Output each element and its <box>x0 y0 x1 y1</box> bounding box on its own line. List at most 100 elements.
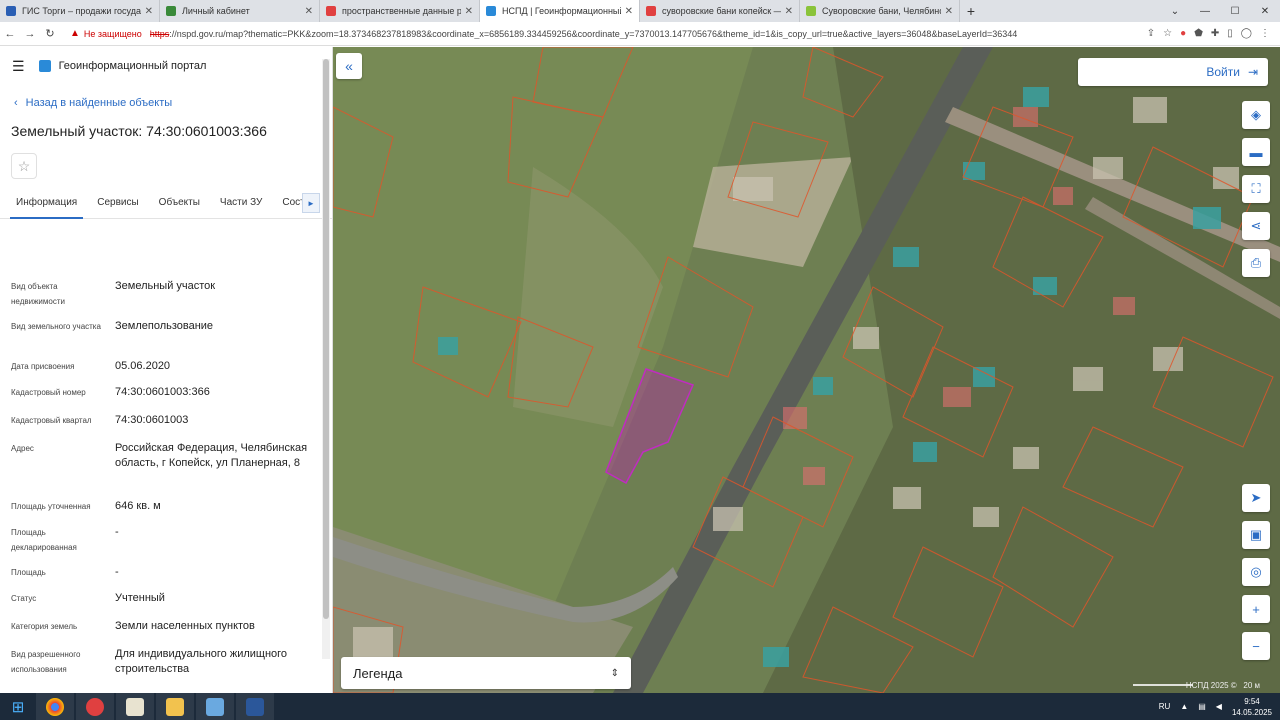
puzzle-icon[interactable]: ✚ <box>1211 28 1219 39</box>
url-field[interactable]: https://nspd.gov.ru/map?thematic=PKK&zoo… <box>150 29 1070 39</box>
legend-panel[interactable]: Легенда ⇕ <box>341 657 631 689</box>
property-key: Кадастровый квартал <box>11 416 92 425</box>
bookmark-star-icon[interactable]: ☆ <box>1163 28 1172 39</box>
taskbar-yandex[interactable] <box>76 693 114 720</box>
browser-tab[interactable]: ГИС Торги – продажи государс ✕ <box>0 0 160 22</box>
taskbar-chrome[interactable] <box>36 693 74 720</box>
property-value: Российская Федерация, Челябинская област… <box>115 442 308 469</box>
double-chevron-left-icon: « <box>345 58 353 74</box>
taskbar-word[interactable] <box>236 693 274 720</box>
property-key: Вид разрешенного использования <box>11 650 81 674</box>
browser-tab[interactable]: Личный кабинет ✕ <box>160 0 320 22</box>
hamburger-icon[interactable]: ☰ <box>12 58 25 75</box>
satellite-map <box>333 47 1280 693</box>
tab-favicon-icon <box>326 6 336 16</box>
property-value: Для индивидуального жилищного строительс… <box>115 648 288 675</box>
menu-icon[interactable]: ⋮ <box>1260 28 1270 39</box>
print-button[interactable]: ⎙ <box>1242 249 1270 277</box>
url-rest: ://nspd.gov.ru/map?thematic=PKK&zoom=18.… <box>169 28 1018 39</box>
new-tab-button[interactable]: + <box>960 0 982 22</box>
sidebar-scrollbar[interactable] <box>322 59 330 659</box>
tab-close-icon[interactable]: ✕ <box>145 6 153 17</box>
layers-icon: ◈ <box>1251 107 1261 122</box>
tab-close-icon[interactable]: ✕ <box>785 6 793 17</box>
map-view[interactable]: « Войти ⇥ ◈ ▬ ⛶ ⋖ ⎙ ➤ ▣ ◎ + − Легенда ⇕ … <box>333 47 1280 693</box>
tab-title: суворовские бани копейск — Я <box>662 6 781 16</box>
geolocation-button[interactable]: ◎ <box>1242 558 1270 586</box>
minimap-button[interactable]: ▣ <box>1242 521 1270 549</box>
share-map-icon: ⋖ <box>1250 218 1262 233</box>
locate-button[interactable]: ➤ <box>1242 484 1270 512</box>
property-key: Вид земельного участка <box>11 322 101 331</box>
tab-info[interactable]: Информация <box>10 193 84 219</box>
favorite-star-button[interactable]: ☆ <box>11 153 37 179</box>
taskbar-java[interactable] <box>116 693 154 720</box>
extension-icon[interactable]: ⬟ <box>1194 28 1203 39</box>
tab-title: НСПД | Геоинформационный п <box>502 6 621 16</box>
clock[interactable]: 9:54 14.05.2025 <box>1232 696 1272 718</box>
tray-arrow-icon[interactable]: ▲ <box>1180 702 1188 711</box>
back-to-results-link[interactable]: ‹ Назад в найденные объекты <box>14 97 332 109</box>
tab-parts[interactable]: Части ЗУ <box>214 193 268 219</box>
tab-close-icon[interactable]: ✕ <box>625 6 633 17</box>
geolocation-icon: ◎ <box>1250 564 1262 579</box>
maximize-icon[interactable]: ☐ <box>1220 6 1250 17</box>
zoom-out-button[interactable]: − <box>1242 632 1270 660</box>
portal-logo-icon <box>38 60 51 72</box>
property-key: Дата присвоения <box>11 362 75 371</box>
browser-tab[interactable]: пространственные данные рос ✕ <box>320 0 480 22</box>
window-controls: ⌄ — ☐ ✕ <box>1160 0 1280 22</box>
browser-tab-bar: ГИС Торги – продажи государс ✕ Личный каби… <box>0 0 1280 22</box>
browser-tab[interactable]: Суворовские бани, Челябинск ✕ <box>800 0 960 22</box>
yandex-icon[interactable]: ● <box>1180 28 1186 39</box>
network-icon[interactable]: ▤ <box>1198 702 1206 711</box>
share-map-button[interactable]: ⋖ <box>1242 212 1270 240</box>
windows-taskbar: ⊞ RU ▲ ▤ ◀ 9:54 14.05.2025 <box>0 693 1280 720</box>
java-icon <box>126 697 144 716</box>
expand-chevrons-icon: ⇕ <box>610 667 619 679</box>
zoom-in-button[interactable]: + <box>1242 595 1270 623</box>
property-key: Вид объекта недвижимости <box>11 282 65 306</box>
tab-search-icon[interactable]: ⌄ <box>1160 6 1190 17</box>
language-indicator[interactable]: RU <box>1159 702 1171 711</box>
reload-icon[interactable]: ↻ <box>40 27 60 40</box>
insecure-badge[interactable]: ▲ Не защищено <box>70 28 142 39</box>
back-icon[interactable]: ← <box>0 28 20 40</box>
sidepanel-icon[interactable]: ▯ <box>1227 28 1233 39</box>
close-window-icon[interactable]: ✕ <box>1250 6 1280 17</box>
collapse-sidebar-button[interactable]: « <box>336 53 362 79</box>
system-tray: RU ▲ ▤ ◀ 9:54 14.05.2025 <box>1159 696 1280 718</box>
taskbar-explorer[interactable] <box>156 693 194 720</box>
select-area-button[interactable]: ⛶ <box>1242 175 1270 203</box>
object-title: Земельный участок: 74:30:0601003:366 <box>11 123 267 139</box>
tabs-scroll-right-button[interactable]: ► <box>302 193 320 213</box>
tab-title: Личный кабинет <box>182 6 250 16</box>
windows-start-icon[interactable]: ⊞ <box>0 693 36 720</box>
warning-icon: ▲ <box>70 28 80 39</box>
login-button[interactable]: Войти ⇥ <box>1078 58 1268 86</box>
property-value: 74:30:0601003:366 <box>115 386 210 398</box>
browser-tab[interactable]: суворовские бани копейск — Я ✕ <box>640 0 800 22</box>
property-value: Земли населенных пунктов <box>115 620 255 632</box>
property-key: Площадь декларированная <box>11 528 77 552</box>
scrollbar-thumb[interactable] <box>323 59 329 619</box>
forward-icon[interactable]: → <box>20 28 40 40</box>
tab-close-icon[interactable]: ✕ <box>465 6 473 17</box>
tab-close-icon[interactable]: ✕ <box>945 6 953 17</box>
tab-services[interactable]: Сервисы <box>91 193 144 219</box>
plus-icon: + <box>1252 601 1260 617</box>
folder-icon <box>166 697 184 716</box>
share-icon[interactable]: ⇪ <box>1147 28 1155 39</box>
tab-favicon-icon <box>166 6 176 16</box>
browser-tab[interactable]: НСПД | Геоинформационный п ✕ <box>480 0 640 22</box>
profile-icon[interactable]: ◯ <box>1241 28 1252 39</box>
volume-icon[interactable]: ◀ <box>1216 702 1222 711</box>
minimize-icon[interactable]: — <box>1190 6 1220 17</box>
tab-objects[interactable]: Объекты <box>153 193 206 219</box>
tab-close-icon[interactable]: ✕ <box>305 6 313 17</box>
chrome-icon <box>46 697 64 716</box>
taskbar-app[interactable] <box>196 693 234 720</box>
ruler-button[interactable]: ▬ <box>1242 138 1270 166</box>
tab-title: пространственные данные рос <box>342 6 461 16</box>
layers-button[interactable]: ◈ <box>1242 101 1270 129</box>
